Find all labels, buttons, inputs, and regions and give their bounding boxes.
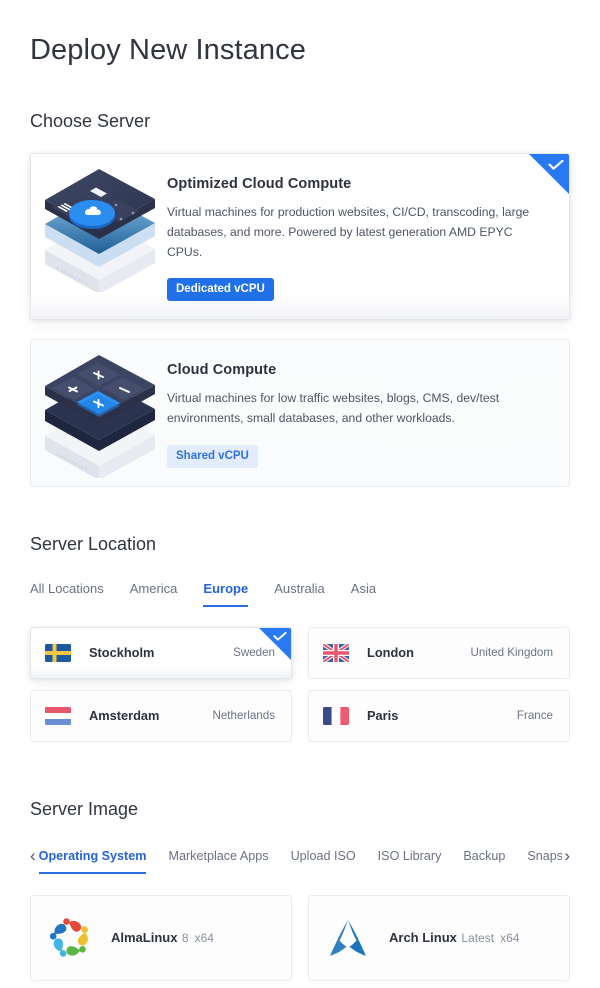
flag-netherlands-icon [45, 706, 71, 725]
shared-vcpu-badge: Shared vCPU [167, 444, 258, 468]
selected-check-badge [259, 627, 291, 660]
os-version: Latest [461, 930, 495, 945]
os-version-line: Latest x64 [461, 931, 519, 945]
server-location-heading: Server Location [30, 533, 157, 554]
almalinux-text: AlmaLinux 8 x64 [111, 929, 214, 947]
tab-all-locations[interactable]: All Locations [30, 581, 104, 607]
server-type-name: Optimized Cloud Compute [167, 176, 352, 192]
chevron-left-icon[interactable]: ‹ [30, 847, 36, 874]
arch-linux-text: Arch Linux Latest x64 [389, 929, 519, 947]
server-type-card-optimized-cloud-compute[interactable]: Optimized Cloud Compute Virtual machines… [30, 153, 570, 321]
cloud-compute-body: Cloud Compute Virtual machines for low t… [161, 340, 569, 486]
selected-check-badge [529, 154, 569, 194]
location-tabs: All Locations America Europe Australia A… [30, 581, 570, 607]
server-type-description: Virtual machines for low traffic website… [167, 391, 500, 426]
image-tabstrip: Operating System Marketplace Apps Upload… [38, 849, 562, 874]
cloud-compute-illustration [31, 340, 161, 483]
tab-america[interactable]: America [130, 581, 178, 607]
os-name: Arch Linux [389, 929, 457, 945]
tab-asia[interactable]: Asia [351, 581, 376, 607]
tab-europe[interactable]: Europe [203, 581, 249, 607]
check-icon [273, 631, 287, 641]
os-arch: x64 [500, 930, 520, 945]
archlinux-logo-icon [325, 915, 371, 961]
location-city: Amsterdam [89, 708, 160, 724]
dedicated-vcpu-badge: Dedicated vCPU [167, 278, 274, 302]
tab-operating-system[interactable]: Operating System [38, 849, 147, 874]
os-version-line: 8 x64 [182, 931, 214, 945]
server-type-card-cloud-compute[interactable]: Cloud Compute Virtual machines for low t… [30, 339, 570, 487]
server-image-heading: Server Image [30, 798, 139, 819]
server-type-list: Optimized Cloud Compute Virtual machines… [30, 153, 570, 487]
image-tabs: ‹ Operating System Marketplace Apps Uplo… [30, 847, 570, 874]
os-version: 8 [181, 930, 189, 945]
location-card-london[interactable]: London United Kingdom [308, 626, 570, 679]
flag-sweden-icon [45, 643, 71, 662]
server-type-description: Virtual machines for production websites… [167, 205, 530, 259]
tab-marketplace-apps[interactable]: Marketplace Apps [168, 849, 268, 874]
os-card-almalinux[interactable]: AlmaLinux 8 x64 [30, 894, 292, 981]
tab-upload-iso[interactable]: Upload ISO [291, 849, 356, 874]
flag-france-icon [323, 706, 349, 725]
deploy-new-instance-page: Deploy New Instance Choose Server Optimi… [0, 0, 600, 988]
tab-iso-library[interactable]: ISO Library [378, 849, 442, 874]
location-grid: Stockholm Sweden London United Kingdom A… [30, 626, 570, 753]
flag-united-kingdom-icon [323, 643, 349, 662]
os-card-arch-linux[interactable]: Arch Linux Latest x64 [308, 894, 570, 981]
location-country: France [516, 709, 553, 723]
tab-backup[interactable]: Backup [463, 849, 505, 874]
almalinux-logo-icon [47, 915, 93, 961]
os-image-grid: AlmaLinux 8 x64 Arch Linux Latest x64 [30, 894, 570, 981]
check-icon [548, 160, 564, 170]
location-card-stockholm[interactable]: Stockholm Sweden [30, 626, 292, 679]
chevron-right-icon[interactable]: › [564, 847, 570, 874]
choose-server-heading: Choose Server [30, 111, 151, 131]
os-arch: x64 [194, 930, 214, 945]
tab-snapshot[interactable]: Snapshot [527, 849, 562, 874]
location-card-amsterdam[interactable]: Amsterdam Netherlands [30, 689, 292, 742]
os-name: AlmaLinux [111, 929, 178, 945]
location-city: Paris [367, 708, 399, 724]
location-city: Stockholm [89, 645, 155, 661]
optimized-cloud-compute-illustration [31, 154, 161, 297]
location-city: London [367, 645, 414, 661]
page-title: Deploy New Instance [30, 34, 306, 66]
tab-australia[interactable]: Australia [274, 581, 325, 607]
location-card-paris[interactable]: Paris France [308, 689, 570, 742]
location-country: United Kingdom [470, 646, 554, 660]
optimized-cloud-compute-body: Optimized Cloud Compute Virtual machines… [161, 154, 569, 319]
location-country: Netherlands [212, 709, 275, 723]
server-type-name: Cloud Compute [167, 362, 277, 379]
